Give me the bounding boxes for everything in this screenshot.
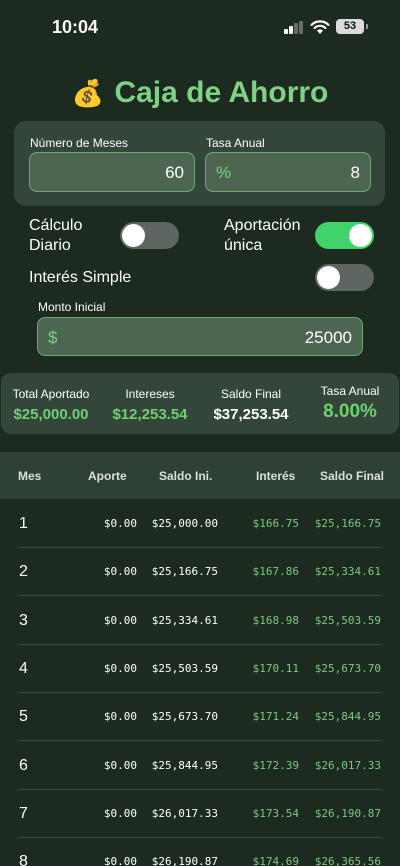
- monto-inicial-value: 25000: [304, 328, 352, 347]
- cell-interes: $166.75: [252, 517, 299, 530]
- dollar-prefix: $: [48, 328, 58, 347]
- cell-saldo-final: $25,166.75: [314, 517, 381, 530]
- meses-label: Número de Meses: [30, 136, 129, 150]
- table-row: 7 $0.00 $26,017.33 $173.54 $26,190.87: [0, 790, 400, 838]
- tasa-anual-value: 8.00%: [323, 401, 377, 422]
- cell-mes: 4: [19, 659, 28, 677]
- cell-mes: 7: [19, 804, 28, 822]
- cell-saldo-ini: $25,503.59: [151, 661, 218, 675]
- tasa-label: Tasa Anual: [206, 136, 265, 150]
- cell-aporte: $0.00: [103, 565, 137, 579]
- header-saldo-ini: Saldo Ini.: [159, 469, 213, 483]
- cell-saldo-ini: $25,000.00: [151, 517, 218, 530]
- cell-aporte: $0.00: [103, 517, 137, 530]
- intereses-value: $12,253.54: [112, 406, 188, 423]
- cell-saldo-ini: $25,166.75: [151, 565, 218, 579]
- table-row: 4 $0.00 $25,503.59 $170.11 $25,673.70: [0, 645, 400, 693]
- cell-interes: $167.86: [252, 565, 299, 579]
- inputs-card: Número de Meses 60 Tasa Anual % 8: [14, 121, 385, 206]
- wifi-icon: [310, 20, 330, 34]
- cell-interes: $173.54: [252, 806, 299, 820]
- cell-saldo-ini: $25,673.70: [151, 710, 218, 724]
- cellular-signal-icon: [284, 21, 304, 34]
- header-interes: Interés: [256, 469, 296, 483]
- header-saldo-final: Saldo Final: [320, 469, 385, 483]
- summary-tasa-anual: Tasa Anual 8.00%: [313, 384, 387, 423]
- cell-saldo-ini: $25,844.95: [151, 758, 218, 772]
- intereses-label: Intereses: [125, 387, 175, 401]
- calculo-diario-toggle[interactable]: [120, 222, 179, 249]
- cell-saldo-final: $25,503.59: [314, 613, 381, 627]
- interes-simple-toggle[interactable]: [315, 264, 374, 291]
- cell-saldo-ini: $26,017.33: [151, 806, 218, 820]
- header-aporte: Aporte: [88, 469, 127, 483]
- cell-mes: 3: [19, 611, 28, 629]
- cell-interes: $171.24: [252, 710, 299, 724]
- table-row: 1 $0.00 $25,000.00 $166.75 $25,166.75: [0, 500, 400, 548]
- cell-saldo-ini: $25,334.61: [151, 613, 218, 627]
- status-bar: 10:04 53: [0, 0, 400, 54]
- cell-interes: $170.11: [252, 661, 299, 675]
- interes-simple-label: Interés Simple: [29, 269, 132, 286]
- cell-saldo-final: $25,673.70: [314, 661, 381, 675]
- page-title: Caja de Ahorro: [114, 76, 329, 109]
- table-row: 6 $0.00 $25,844.95 $172.39 $26,017.33: [0, 742, 400, 790]
- battery-icon: 53: [336, 19, 368, 34]
- summary-intereses: Intereses $12,253.54: [108, 387, 192, 423]
- cell-saldo-final: $26,017.33: [314, 758, 381, 772]
- meses-input[interactable]: 60: [29, 152, 195, 192]
- saldo-final-label: Saldo Final: [220, 387, 282, 401]
- cell-saldo-final: $25,334.61: [314, 565, 381, 579]
- summary-saldo-final: Saldo Final $37,253.54: [208, 387, 294, 423]
- tasa-value: 8: [350, 163, 360, 182]
- table-row: 2 $0.00 $25,166.75 $167.86 $25,334.61: [0, 548, 400, 597]
- cell-aporte: $0.00: [103, 613, 137, 627]
- cell-mes: 8: [19, 853, 28, 866]
- meses-value: 60: [165, 163, 184, 182]
- aportacion-unica-label: Aportación única: [224, 217, 301, 254]
- cell-aporte: $0.00: [103, 661, 137, 675]
- tasa-anual-label: Tasa Anual: [320, 384, 380, 398]
- cell-mes: 5: [19, 708, 28, 726]
- toggle-knob: [122, 224, 145, 247]
- toggle-knob: [317, 266, 340, 289]
- cell-saldo-final: $26,365.56: [314, 855, 381, 866]
- table-row: 8 $0.00 $26,190.87 $174.69 $26,365.56: [0, 838, 400, 866]
- monto-inicial-input[interactable]: $ 25000: [37, 317, 363, 356]
- toggle-knob: [349, 224, 372, 247]
- summary-card: Total Aportado $25,000.00 Intereses $12,…: [1, 373, 399, 434]
- cell-mes: 2: [19, 563, 28, 581]
- status-time: 10:04: [52, 17, 99, 37]
- cell-mes: 6: [19, 756, 28, 774]
- table-row: 3 $0.00 $25,334.61 $168.98 $25,503.59: [0, 597, 400, 645]
- cell-interes: $172.39: [252, 758, 299, 772]
- page-header: 💰 Caja de Ahorro: [0, 76, 400, 110]
- cell-aporte: $0.00: [103, 710, 137, 724]
- cell-aporte: $0.00: [103, 806, 137, 820]
- total-aportado-value: $25,000.00: [13, 406, 89, 423]
- table-row: 5 $0.00 $25,673.70 $171.24 $25,844.95: [0, 693, 400, 742]
- cell-saldo-final: $25,844.95: [314, 710, 381, 724]
- header-mes: Mes: [18, 469, 42, 483]
- summary-total-aportado: Total Aportado $25,000.00: [9, 387, 93, 423]
- cell-saldo-final: $26,190.87: [314, 806, 381, 820]
- cell-aporte: $0.00: [103, 855, 137, 866]
- cell-saldo-ini: $26,190.87: [151, 855, 218, 866]
- percent-prefix: %: [216, 163, 232, 182]
- cell-aporte: $0.00: [103, 758, 137, 772]
- calculo-diario-label: Cálculo Diario: [29, 217, 83, 254]
- saldo-final-value: $37,253.54: [213, 406, 289, 423]
- cell-interes: $174.69: [252, 855, 299, 866]
- money-bag-icon: 💰: [71, 77, 104, 108]
- total-aportado-label: Total Aportado: [12, 387, 90, 401]
- table-header: Mes Aporte Saldo Ini. Interés Saldo Fina…: [0, 452, 400, 499]
- cell-mes: 1: [19, 515, 28, 532]
- monto-inicial-label: Monto Inicial: [38, 300, 106, 314]
- cell-interes: $168.98: [252, 613, 299, 627]
- aportacion-unica-toggle[interactable]: [315, 222, 374, 249]
- tasa-input[interactable]: % 8: [205, 152, 371, 192]
